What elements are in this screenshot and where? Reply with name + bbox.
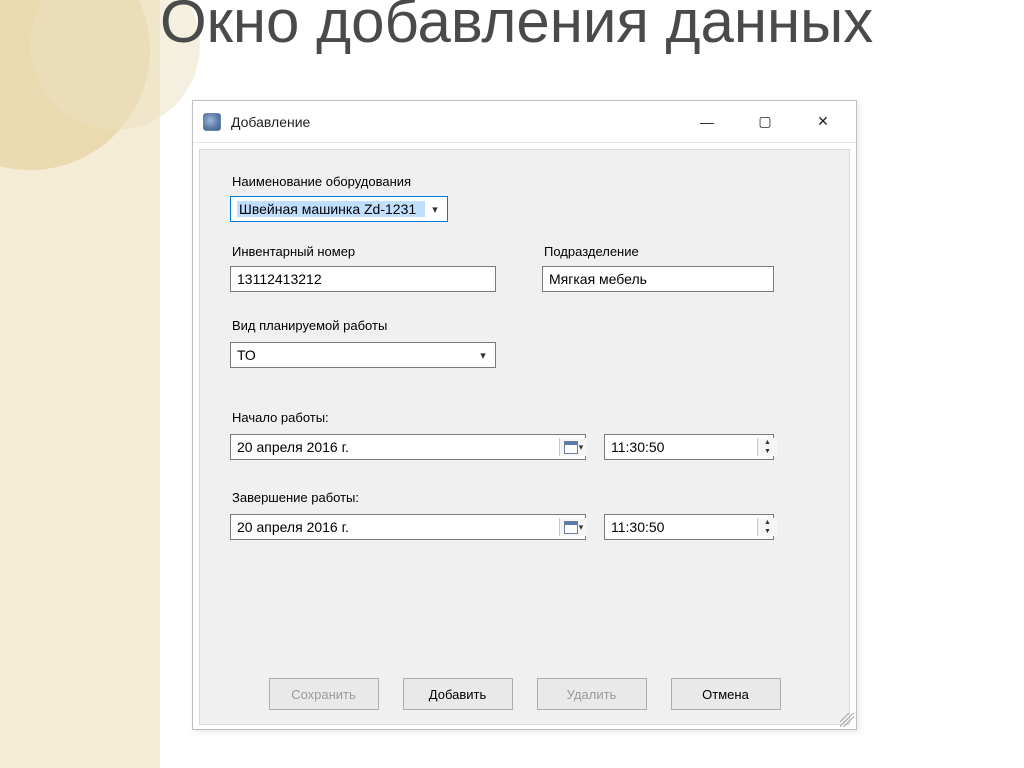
equipment-combo[interactable]: Швейная машинка Zd-1231 ▾ — [230, 196, 448, 222]
inventory-label: Инвентарный номер — [232, 244, 355, 259]
work-type-label: Вид планируемой работы — [232, 318, 387, 333]
end-time-picker[interactable]: 11:30:50 ▲▼ — [604, 514, 774, 540]
calendar-icon[interactable]: ▾ — [559, 438, 587, 456]
end-date-value: 20 апреля 2016 г. — [237, 519, 559, 535]
department-label: Подразделение — [544, 244, 639, 259]
start-time-value: 11:30:50 — [611, 439, 757, 455]
end-date-picker[interactable]: 20 апреля 2016 г. ▾ — [230, 514, 586, 540]
start-time-picker[interactable]: 11:30:50 ▲▼ — [604, 434, 774, 460]
resize-grip-icon[interactable] — [840, 713, 854, 727]
start-label: Начало работы: — [232, 410, 329, 425]
calendar-icon[interactable]: ▾ — [559, 518, 587, 536]
start-date-value: 20 апреля 2016 г. — [237, 439, 559, 455]
delete-button[interactable]: Удалить — [537, 678, 647, 710]
add-button[interactable]: Добавить — [403, 678, 513, 710]
slide-title: Окно добавления данных — [160, 0, 873, 53]
spinner-icon[interactable]: ▲▼ — [757, 438, 777, 456]
titlebar[interactable]: Добавление — ▢ ✕ — [193, 101, 856, 143]
department-input[interactable]: Мягкая мебель — [542, 266, 774, 292]
spinner-icon[interactable]: ▲▼ — [757, 518, 777, 536]
save-button[interactable]: Сохранить — [269, 678, 379, 710]
inventory-input[interactable]: 13112413212 — [230, 266, 496, 292]
work-type-value: ТО — [237, 347, 473, 363]
close-button[interactable]: ✕ — [794, 102, 852, 142]
equipment-label: Наименование оборудования — [232, 174, 411, 189]
end-label: Завершение работы: — [232, 490, 359, 505]
equipment-value: Швейная машинка Zd-1231 — [237, 201, 425, 217]
chevron-down-icon[interactable]: ▾ — [473, 346, 493, 364]
maximize-button[interactable]: ▢ — [736, 102, 794, 142]
inventory-value: 13112413212 — [237, 271, 322, 287]
cancel-button[interactable]: Отмена — [671, 678, 781, 710]
start-date-picker[interactable]: 20 апреля 2016 г. ▾ — [230, 434, 586, 460]
button-bar: Сохранить Добавить Удалить Отмена — [200, 678, 849, 710]
app-icon — [203, 113, 221, 131]
end-time-value: 11:30:50 — [611, 519, 757, 535]
client-area: Наименование оборудования Швейная машинк… — [199, 149, 850, 725]
department-value: Мягкая мебель — [549, 271, 647, 287]
window-title: Добавление — [231, 114, 310, 130]
dialog-window: Добавление — ▢ ✕ Наименование оборудован… — [192, 100, 857, 730]
minimize-button[interactable]: — — [678, 102, 736, 142]
work-type-combo[interactable]: ТО ▾ — [230, 342, 496, 368]
chevron-down-icon[interactable]: ▾ — [425, 200, 445, 218]
